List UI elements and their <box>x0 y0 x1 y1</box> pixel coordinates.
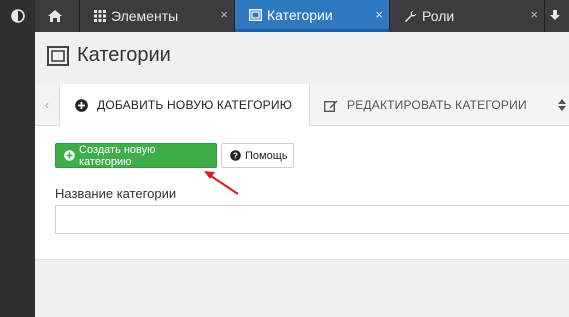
category-name-label: Название категории <box>55 186 177 201</box>
subtab-bar: ‹ ДОБАВИТЬ НОВУЮ КАТЕГОРИЮ РЕДАКТИРОВАТЬ… <box>35 84 569 126</box>
tab-categories-label: Категории <box>267 6 333 23</box>
plus-circle-icon <box>64 150 75 161</box>
create-category-label: Создать новую категорию <box>79 143 156 168</box>
tab-home[interactable] <box>35 0 80 32</box>
page-title: Категории <box>47 44 171 67</box>
category-icon <box>47 45 69 66</box>
close-icon[interactable]: × <box>530 7 538 22</box>
category-icon <box>249 8 262 21</box>
subtab-add-category[interactable]: ДОБАВИТЬ НОВУЮ КАТЕГОРИЮ <box>59 84 310 126</box>
tab-roles-label: Роли <box>422 8 455 24</box>
category-panel: ‹ ДОБАВИТЬ НОВУЮ КАТЕГОРИЮ РЕДАКТИРОВАТЬ… <box>35 84 569 260</box>
scroll-left-icon[interactable]: ‹ <box>35 84 59 125</box>
download-icon <box>549 10 560 22</box>
tab-roles[interactable]: Роли × <box>390 0 545 32</box>
contrast-toggle-icon[interactable] <box>0 0 35 32</box>
tab-categories[interactable]: Категории × <box>235 0 390 32</box>
left-sidebar <box>0 0 35 317</box>
home-icon <box>47 9 63 23</box>
category-name-input[interactable] <box>55 205 569 234</box>
top-tab-bar: Элементы × Категории × Роли × <box>35 0 569 32</box>
create-category-button[interactable]: Создать новую категорию <box>55 143 217 168</box>
sort-icon[interactable] <box>554 84 569 125</box>
close-icon[interactable]: × <box>375 7 383 22</box>
tab-more[interactable] <box>545 0 569 32</box>
page-title-text: Категории <box>77 44 171 66</box>
edit-icon <box>324 99 338 112</box>
question-circle-icon: ? <box>230 150 241 161</box>
help-button[interactable]: ? Помощь <box>221 143 294 168</box>
tab-elements[interactable]: Элементы × <box>80 0 235 32</box>
close-icon[interactable]: × <box>220 7 228 22</box>
subtab-add-label: ДОБАВИТЬ НОВУЮ КАТЕГОРИЮ <box>97 98 293 112</box>
annotation-arrow-icon <box>204 171 239 195</box>
wrench-icon <box>404 10 417 23</box>
subtab-edit-categories[interactable]: РЕДАКТИРОВАТЬ КАТЕГОРИИ <box>318 84 548 126</box>
subtab-edit-label: РЕДАКТИРОВАТЬ КАТЕГОРИИ <box>347 98 527 112</box>
svg-text:?: ? <box>233 151 238 160</box>
help-label: Помощь <box>245 149 288 162</box>
grid-icon <box>94 10 106 22</box>
tab-elements-label: Элементы <box>111 8 179 24</box>
plus-circle-icon <box>75 98 88 112</box>
